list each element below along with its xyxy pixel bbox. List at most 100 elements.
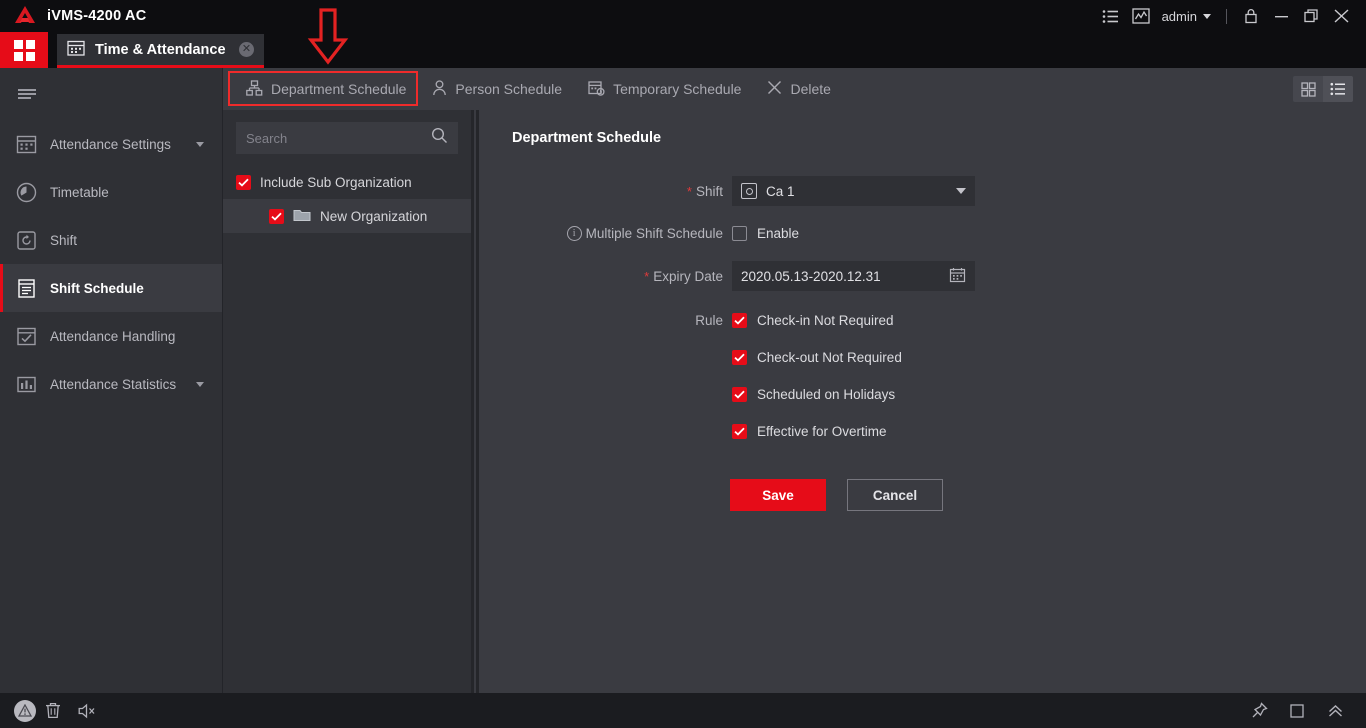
- toolbar-department-schedule[interactable]: Department Schedule: [233, 74, 419, 104]
- enable-checkbox[interactable]: [732, 226, 747, 241]
- expiry-date-label-group: * Expiry Date: [479, 269, 732, 284]
- sidebar-item-attendance-settings[interactable]: Attendance Settings: [0, 120, 222, 168]
- sidebar-item-shift-schedule[interactable]: Shift Schedule: [0, 264, 222, 312]
- include-sub-organization-row[interactable]: Include Sub Organization: [223, 165, 471, 199]
- tree-node-new-organization[interactable]: New Organization: [223, 199, 471, 233]
- rule-label: Rule: [695, 313, 723, 328]
- multiple-shift-label: Multiple Shift Schedule: [585, 226, 723, 241]
- hamburger-icon[interactable]: [0, 68, 222, 120]
- info-icon[interactable]: i: [566, 226, 582, 241]
- rule-option-holidays[interactable]: Scheduled on Holidays: [732, 387, 895, 402]
- tab-bar: Time & Attendance ✕: [0, 32, 1366, 68]
- hikvision-logo-icon: [12, 4, 38, 28]
- sidebar-item-timetable[interactable]: Timetable: [0, 168, 222, 216]
- shift-label-group: * Shift: [479, 184, 732, 199]
- organization-tree-panel: Include Sub Organization New Organizatio…: [223, 110, 471, 693]
- toolbar: Department Schedule Person Schedule Temp…: [223, 68, 1366, 110]
- bar-chart-icon: [14, 372, 38, 396]
- chevron-down-icon: [956, 188, 966, 194]
- tab-time-and-attendance[interactable]: Time & Attendance ✕: [57, 34, 264, 68]
- window-icon[interactable]: [1280, 698, 1314, 724]
- multiple-shift-label-group: i Multiple Shift Schedule: [479, 226, 732, 241]
- sidebar-item-label: Shift: [50, 232, 78, 248]
- panel-divider[interactable]: [471, 110, 479, 693]
- window-controls: admin: [1096, 3, 1366, 29]
- red-down-arrow: [305, 8, 351, 66]
- search-input[interactable]: [246, 130, 431, 146]
- rule-checkbox[interactable]: [732, 313, 747, 328]
- rule-row-3: Effective for Overtime: [479, 424, 1366, 439]
- sidebar-item-label: Shift Schedule: [50, 280, 144, 296]
- minimize-icon[interactable]: [1266, 3, 1296, 29]
- home-grid-icon[interactable]: [0, 32, 48, 68]
- sidebar-item-shift[interactable]: Shift: [0, 216, 222, 264]
- toolbar-person-schedule[interactable]: Person Schedule: [419, 74, 575, 104]
- schedule-list-icon: [14, 276, 38, 300]
- page-title: Department Schedule: [512, 130, 662, 146]
- search-icon[interactable]: [431, 127, 448, 149]
- multiple-shift-schedule-row: i Multiple Shift Schedule Enable: [479, 226, 1366, 241]
- include-sub-org-checkbox[interactable]: [236, 174, 251, 190]
- toolbar-button-label: Temporary Schedule: [613, 81, 742, 97]
- application-window: iVMS-4200 AC admin Time & Attendance ✕ A…: [0, 0, 1366, 728]
- toolbar-temporary-schedule[interactable]: Temporary Schedule: [575, 74, 754, 104]
- enable-checkbox-row[interactable]: Enable: [732, 226, 799, 241]
- org-chart-icon: [246, 79, 263, 99]
- app-title: iVMS-4200 AC: [47, 8, 147, 24]
- search-box[interactable]: [236, 122, 458, 154]
- chevron-up-icon[interactable]: [1318, 698, 1352, 724]
- shift-value: Ca 1: [766, 183, 795, 199]
- rule-row-2: Scheduled on Holidays: [479, 387, 1366, 402]
- close-x-icon: [767, 80, 782, 98]
- tree-node-checkbox[interactable]: [269, 208, 284, 224]
- folder-icon: [293, 207, 311, 225]
- statistics-icon[interactable]: [1126, 3, 1156, 29]
- clock-icon: [14, 180, 38, 204]
- chevron-down-icon: [196, 141, 204, 147]
- calendar-icon[interactable]: [949, 267, 966, 286]
- rule-checkbox[interactable]: [732, 424, 747, 439]
- sidebar-item-attendance-handling[interactable]: Attendance Handling: [0, 312, 222, 360]
- check-calendar-icon: [14, 324, 38, 348]
- sidebar-item-attendance-statistics[interactable]: Attendance Statistics: [0, 360, 222, 408]
- grid-view-icon[interactable]: [1293, 76, 1323, 102]
- user-name: admin: [1161, 8, 1197, 24]
- calendar-clock-icon: [588, 80, 605, 99]
- warning-icon[interactable]: [14, 699, 36, 722]
- pin-icon[interactable]: [1242, 698, 1276, 724]
- toolbar-button-label: Person Schedule: [455, 81, 563, 97]
- mute-icon[interactable]: [70, 698, 104, 724]
- expiry-date-label: Expiry Date: [653, 268, 723, 284]
- save-button[interactable]: Save: [730, 479, 826, 511]
- sidebar-item-label: Attendance Statistics: [50, 376, 177, 392]
- title-bar: iVMS-4200 AC admin: [0, 0, 1366, 32]
- list-view-icon[interactable]: [1096, 3, 1126, 29]
- status-bar: [0, 693, 1366, 728]
- shift-row: * Shift Ca 1: [479, 176, 1366, 206]
- cancel-button[interactable]: Cancel: [847, 479, 943, 511]
- trash-icon[interactable]: [36, 698, 70, 724]
- rule-row-1: Check-out Not Required: [479, 350, 1366, 365]
- expiry-date-input[interactable]: 2020.05.13-2020.12.31: [732, 261, 975, 291]
- list-view-icon[interactable]: [1323, 76, 1353, 102]
- calendar-settings-icon: [14, 132, 38, 156]
- required-marker: *: [686, 183, 692, 199]
- include-sub-org-label: Include Sub Organization: [260, 174, 412, 190]
- chevron-down-icon: [1203, 13, 1211, 19]
- rule-checkbox[interactable]: [732, 350, 747, 365]
- required-marker: *: [644, 268, 650, 284]
- close-icon[interactable]: [1326, 3, 1356, 29]
- lock-icon[interactable]: [1236, 3, 1266, 29]
- rule-checkbox[interactable]: [732, 387, 747, 402]
- enable-label: Enable: [757, 226, 800, 241]
- rule-option-checkin[interactable]: Check-in Not Required: [732, 313, 894, 328]
- toolbar-delete[interactable]: Delete: [754, 74, 843, 104]
- user-menu[interactable]: admin: [1156, 9, 1217, 24]
- rule-option-overtime[interactable]: Effective for Overtime: [732, 424, 887, 439]
- shift-select[interactable]: Ca 1: [732, 176, 975, 206]
- close-icon[interactable]: ✕: [239, 42, 254, 57]
- rule-option-checkout[interactable]: Check-out Not Required: [732, 350, 902, 365]
- maximize-icon[interactable]: [1296, 3, 1326, 29]
- sidebar-item-label: Attendance Settings: [50, 136, 171, 152]
- sidebar-item-label: Attendance Handling: [50, 328, 176, 344]
